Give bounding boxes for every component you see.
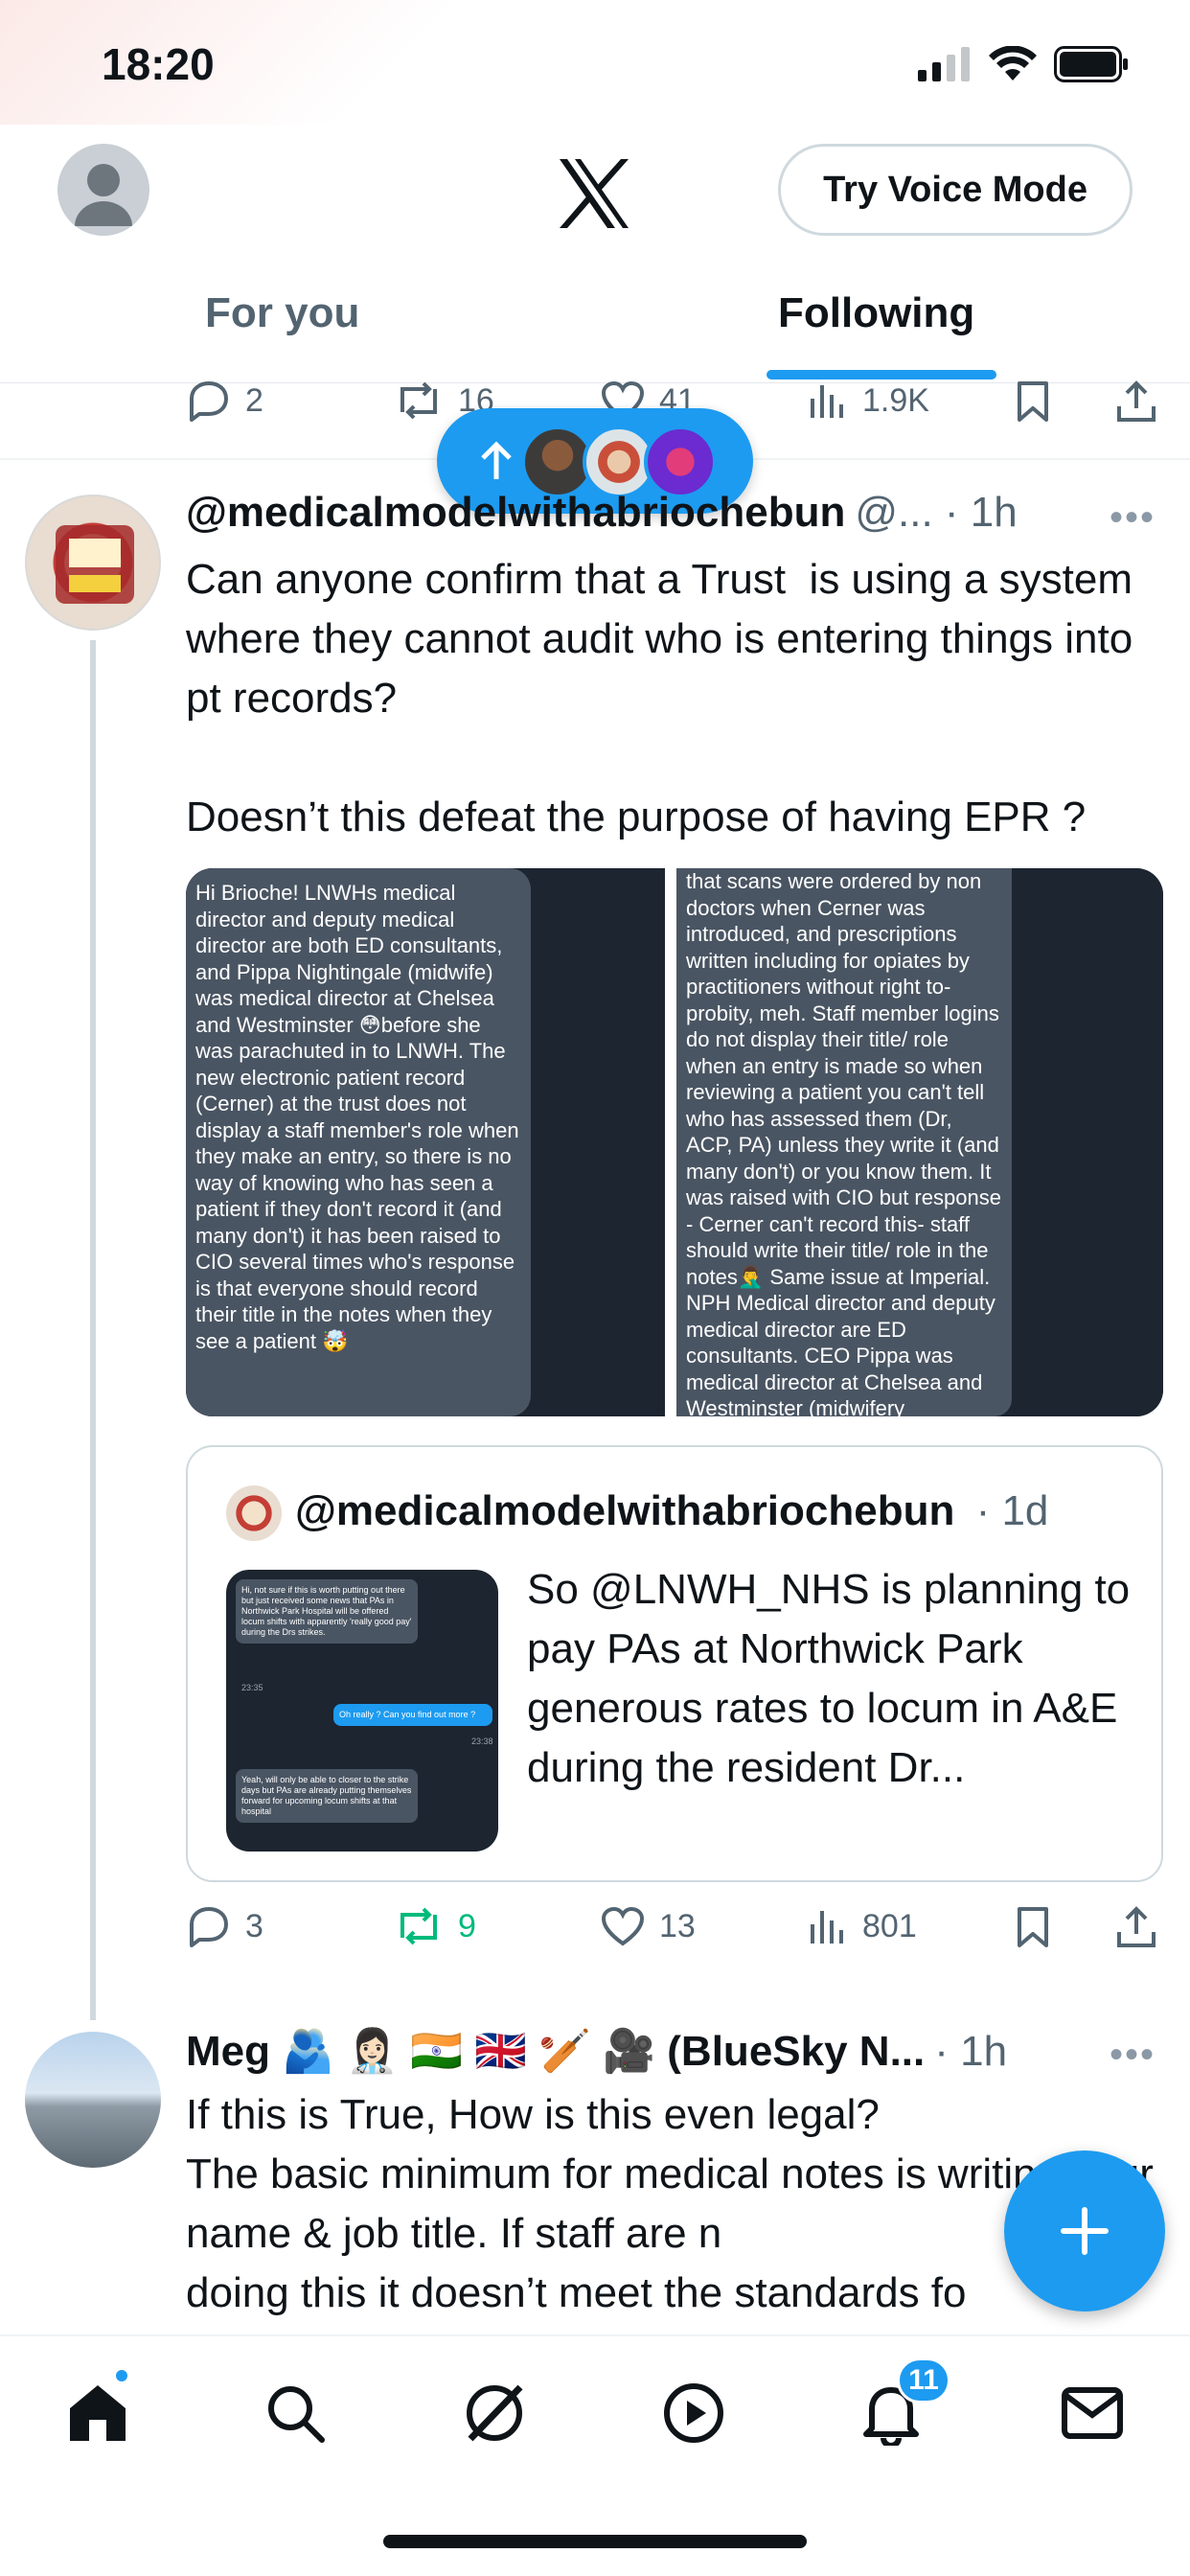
repost-button[interactable]: 9	[393, 1905, 476, 1947]
reply-count: 2	[245, 381, 263, 419]
reply-count: 3	[245, 1907, 263, 1944]
like-button[interactable]: 13	[600, 1905, 696, 1947]
quoted-tweet[interactable]: @medicalmodelwithabriochebun · 1d Hi, no…	[186, 1445, 1163, 1882]
mini-message: Oh really ? Can you find out more ?	[333, 1704, 492, 1726]
nav-video[interactable]	[653, 2373, 734, 2453]
author-meta: @... · 1h	[855, 489, 1018, 536]
media-divider	[665, 868, 676, 1416]
thread-line	[90, 640, 96, 2020]
author-meta: · 1h	[934, 2028, 1008, 2075]
council-logo-icon	[56, 525, 134, 604]
reply-button[interactable]: 3	[186, 1905, 263, 1947]
tab-following[interactable]: Following	[778, 289, 974, 337]
share-button[interactable]	[1115, 1905, 1157, 1949]
active-tab-indicator	[767, 370, 996, 380]
compose-button[interactable]	[1004, 2150, 1165, 2312]
nav-messages[interactable]	[1052, 2373, 1133, 2453]
profile-avatar[interactable]	[57, 144, 149, 236]
quoted-image: Hi, not sure if this is worth putting ou…	[226, 1570, 498, 1852]
repost-icon	[400, 381, 437, 420]
status-bar: 18:20	[0, 0, 1190, 125]
quoted-text: So @LNWH_NHS is planning to pay PAs at N…	[527, 1566, 1131, 1791]
author-name[interactable]: @medicalmodelwithabriochebun	[186, 489, 845, 537]
share-icon	[1117, 1906, 1156, 1947]
nav-home[interactable]	[57, 2373, 138, 2453]
mini-time: 23:35	[241, 1683, 263, 1692]
plus-icon	[1061, 2207, 1109, 2255]
x-logo-icon[interactable]	[556, 155, 632, 232]
home-icon	[70, 2385, 126, 2441]
reply-icon	[190, 381, 228, 422]
reply-button[interactable]: 2	[186, 380, 263, 422]
try-voice-mode-button[interactable]: Try Voice Mode	[778, 144, 1133, 236]
bookmark-icon	[1018, 1907, 1048, 1947]
message-bubble: Hi Brioche! LNWHs medical director and d…	[186, 868, 531, 1416]
heart-icon	[601, 1906, 645, 1946]
wifi-icon	[989, 46, 1037, 80]
views-icon	[811, 1911, 843, 1944]
notifications-badge: 11	[897, 2358, 950, 2404]
reply-icon	[190, 1907, 228, 1947]
like-count: 13	[659, 1907, 696, 1944]
quoted-author-avatar	[226, 1485, 282, 1541]
signal-icon	[918, 47, 970, 81]
status-icons	[918, 46, 1129, 82]
share-button[interactable]	[1115, 380, 1157, 424]
quoted-meta: · 1d	[975, 1487, 1049, 1534]
top-header: Try Voice Mode For you Following	[0, 125, 1190, 383]
views-count: 1.9K	[862, 381, 929, 419]
mini-message: Hi, not sure if this is worth putting ou…	[236, 1579, 418, 1644]
tweet-text: Can anyone confirm that a Trust is using…	[186, 556, 1133, 840]
author-avatar[interactable]	[25, 2032, 161, 2168]
bookmark-button[interactable]	[1014, 1905, 1052, 1949]
tweet-header: @medicalmodelwithabriochebun @... · 1h	[186, 489, 1018, 537]
author-name[interactable]: Meg 🫂 👩🏻‍⚕️ 🇮🇳 🇬🇧 🏏 🎥 (BlueSky N...	[186, 2026, 925, 2076]
mini-time: 23:38	[471, 1736, 493, 1746]
nav-search[interactable]	[255, 2373, 335, 2453]
nav-grok[interactable]	[454, 2373, 535, 2453]
media-image-left[interactable]: Hi Brioche! LNWHs medical director and d…	[186, 868, 665, 1416]
battery-icon	[1054, 46, 1128, 82]
quoted-header: @medicalmodelwithabriochebun · 1d	[295, 1487, 1048, 1535]
views-button[interactable]: 801	[807, 1905, 917, 1947]
bookmark-button[interactable]	[1014, 380, 1052, 424]
more-options-icon[interactable]: •••	[1110, 2034, 1156, 2077]
media-image-right[interactable]: that scans were ordered by non doctors w…	[676, 868, 1163, 1416]
quoted-author-name: @medicalmodelwithabriochebun	[295, 1487, 955, 1534]
tab-for-you[interactable]: For you	[205, 289, 359, 337]
tweet-actions: 3 9 13 801	[0, 1905, 1190, 1982]
message-bubble: that scans were ordered by non doctors w…	[676, 868, 1012, 1416]
tweet-header: Meg 🫂 👩🏻‍⚕️ 🇮🇳 🇬🇧 🏏 🎥 (BlueSky N... · 1h	[186, 2026, 1007, 2076]
views-button[interactable]: 1.9K	[807, 380, 929, 422]
more-options-icon[interactable]: •••	[1110, 496, 1156, 540]
share-icon	[1117, 380, 1156, 422]
default-avatar-icon	[75, 164, 132, 226]
author-avatar[interactable]	[25, 494, 161, 631]
status-time: 18:20	[102, 39, 215, 89]
grok-icon	[467, 2384, 523, 2442]
home-unread-dot	[113, 2367, 130, 2384]
tweet-media[interactable]: Hi Brioche! LNWHs medical director and d…	[186, 868, 1163, 1416]
repost-count: 9	[458, 1907, 476, 1944]
bookmark-icon	[1018, 381, 1048, 422]
mini-message: Yeah, will only be able to closer to the…	[236, 1769, 418, 1823]
views-count: 801	[862, 1907, 917, 1944]
search-icon	[268, 2386, 325, 2443]
views-icon	[811, 385, 843, 418]
play-circle-icon	[664, 2383, 723, 2443]
home-indicator	[383, 2535, 807, 2548]
mail-icon	[1062, 2387, 1123, 2439]
tweet[interactable]: Meg 🫂 👩🏻‍⚕️ 🇮🇳 🇬🇧 🏏 🎥 (BlueSky N... · 1h…	[0, 2012, 1190, 2334]
repost-icon	[400, 1907, 437, 1945]
